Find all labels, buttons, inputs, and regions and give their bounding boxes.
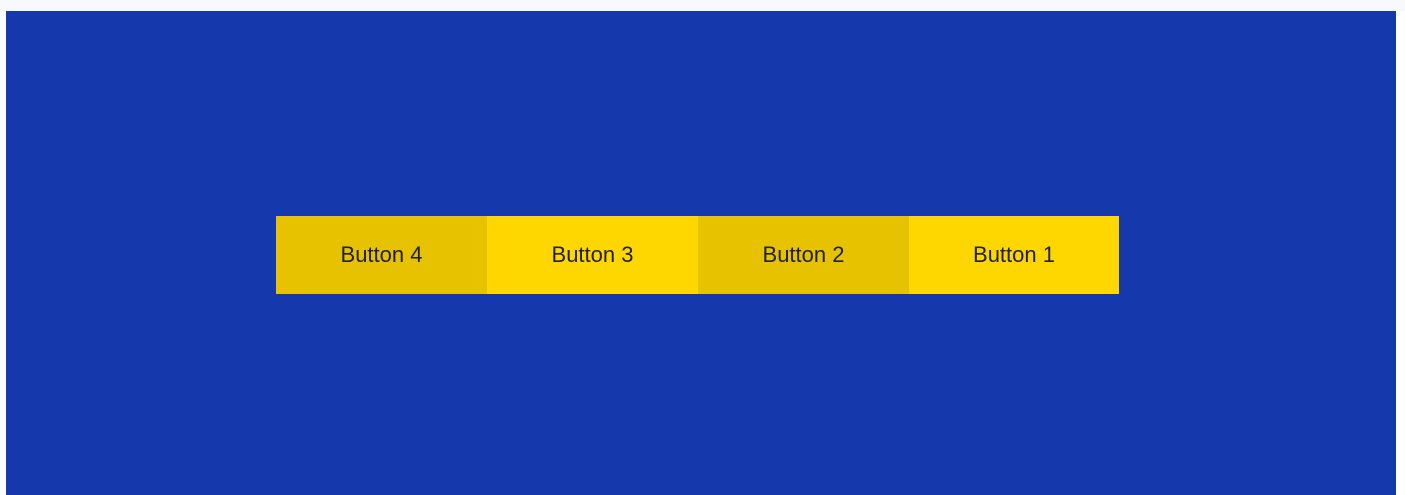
stage-panel: Button 4 Button 3 Button 2 Button 1 xyxy=(6,11,1396,495)
button-4[interactable]: Button 4 xyxy=(276,216,487,294)
button-1[interactable]: Button 1 xyxy=(909,216,1119,294)
button-group: Button 4 Button 3 Button 2 Button 1 xyxy=(276,216,1119,294)
button-3[interactable]: Button 3 xyxy=(487,216,698,294)
button-2[interactable]: Button 2 xyxy=(698,216,909,294)
top-strip xyxy=(0,0,1405,11)
